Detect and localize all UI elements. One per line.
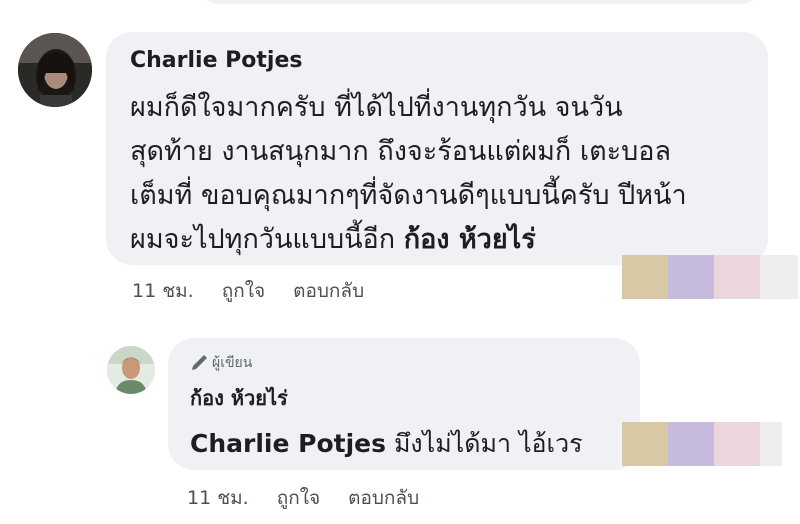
comment-time[interactable]: 11 ชม.	[132, 276, 194, 306]
comment-text-line: ผมก็ดีใจมากครับ ที่ได้ไปที่งานทุกวัน จนว…	[130, 92, 623, 123]
comment-text-line: สุดท้าย งานสนุกมาก ถึงจะร้อนแต่ผมก็ เตะบ…	[130, 136, 672, 167]
comment-text-line-end: ผมจะไปทุกวันแบบนี้อีก	[130, 224, 404, 255]
comment-bubble: Charlie Potjes ผมก็ดีใจมากครับ ที่ได้ไปท…	[106, 32, 768, 265]
reply-button[interactable]: ตอบกลับ	[293, 276, 364, 306]
redaction-block	[714, 255, 760, 299]
profile-photo-icon	[107, 346, 155, 394]
redaction-block	[714, 422, 760, 466]
like-button[interactable]: ถูกใจ	[222, 276, 265, 306]
avatar[interactable]	[18, 33, 92, 107]
reactions-redacted	[622, 422, 782, 466]
reply-button[interactable]: ตอบกลับ	[348, 483, 419, 513]
reply-mention[interactable]: Charlie Potjes	[190, 429, 386, 458]
reply-avatar[interactable]	[107, 346, 155, 394]
like-button[interactable]: ถูกใจ	[277, 483, 320, 513]
redaction-block	[668, 255, 714, 299]
comment-author[interactable]: Charlie Potjes	[130, 48, 302, 73]
comment-text: ผมก็ดีใจมากครับ ที่ได้ไปที่งานทุกวัน จนว…	[130, 86, 760, 262]
redaction-block	[622, 422, 668, 466]
redaction-block	[622, 255, 668, 299]
author-badge-label: ผู้เขียน	[212, 355, 253, 371]
redaction-block	[760, 422, 782, 466]
comment-text-line: เต็มที่ ขอบคุณมากๆที่จัดงานดีๆแบบนี้ครับ…	[130, 180, 687, 211]
profile-photo-icon	[18, 33, 92, 107]
comment-actions: 11 ชม. ถูกใจ ตอบกลับ	[132, 276, 364, 306]
reply-actions: 11 ชม. ถูกใจ ตอบกลับ	[187, 483, 419, 513]
reply-time[interactable]: 11 ชม.	[187, 483, 249, 513]
comment-mention[interactable]: ก้อง ห้วยไร่	[404, 224, 536, 255]
reply-text-body: มึงไม่ได้มา ไอ้เวร	[386, 429, 583, 458]
reply-text: Charlie Potjes มึงไม่ได้มา ไอ้เวร	[190, 424, 583, 464]
author-badge: ผู้เขียน	[190, 352, 252, 374]
redaction-block	[760, 255, 798, 299]
reply-author[interactable]: ก้อง ห้วยไร่	[190, 382, 288, 414]
previous-comment-bubble	[200, 0, 760, 4]
reactions-redacted	[622, 255, 798, 299]
reply-bubble: ผู้เขียน ก้อง ห้วยไร่ Charlie Potjes มึง…	[168, 338, 640, 470]
pencil-icon	[192, 355, 207, 370]
redaction-block	[668, 422, 714, 466]
